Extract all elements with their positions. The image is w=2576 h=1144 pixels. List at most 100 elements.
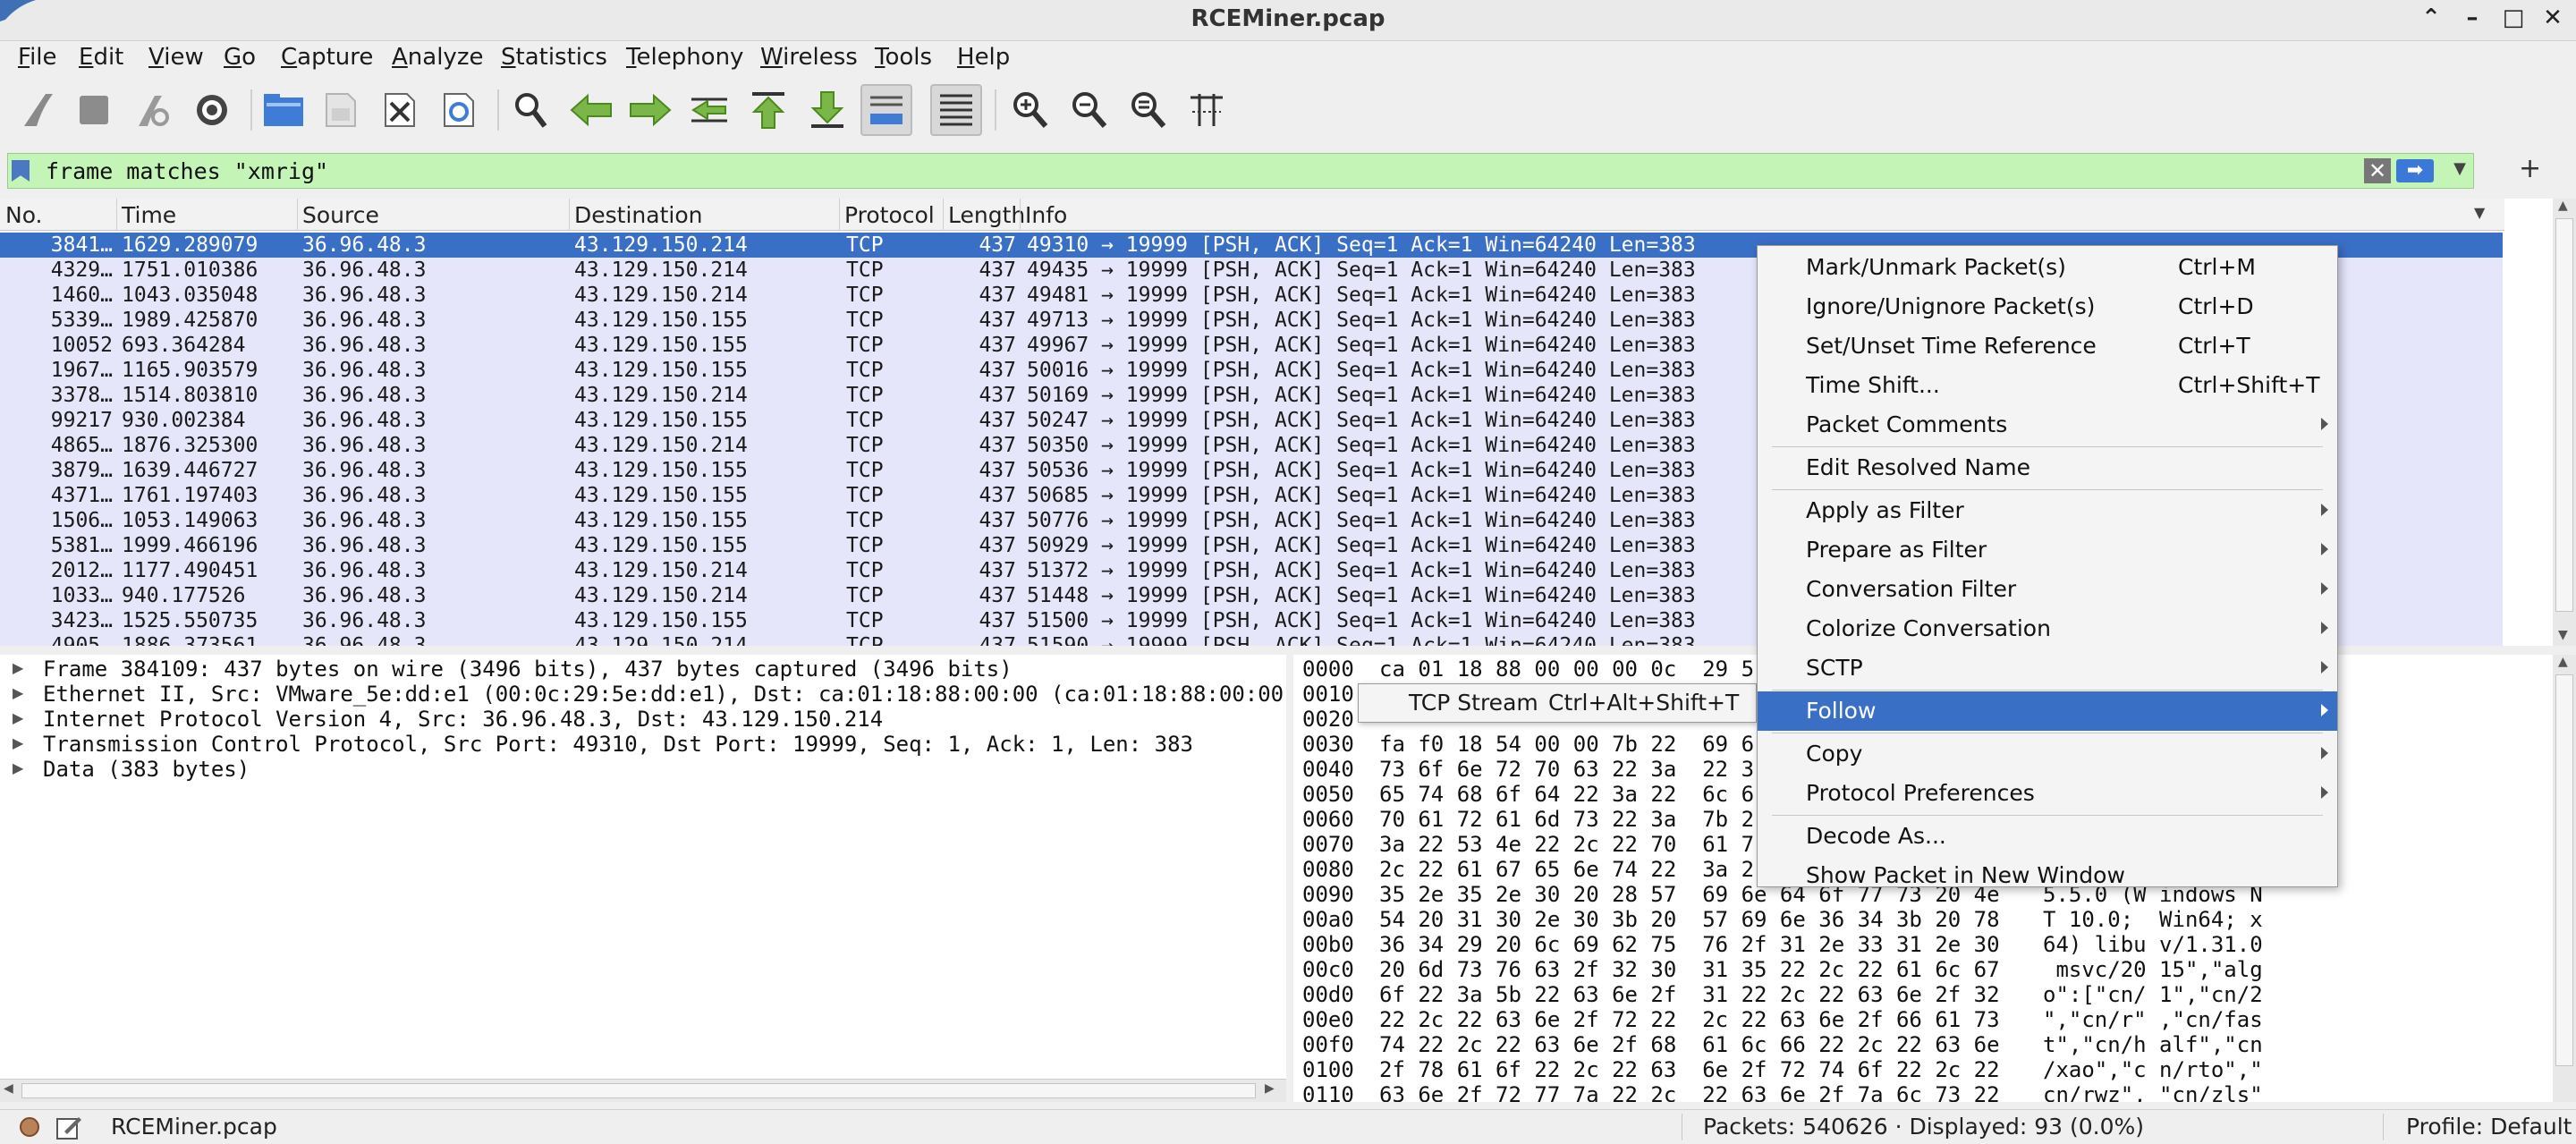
go-last-icon[interactable]: [801, 84, 853, 136]
column-length[interactable]: Length: [948, 202, 1025, 228]
byte-offset: 0030: [1302, 732, 1354, 757]
menu-item-prepare-as-filter[interactable]: Prepare as Filter: [1758, 530, 2337, 570]
column-destination[interactable]: Destination: [574, 202, 702, 228]
scroll-left-icon[interactable]: ◀: [4, 1081, 13, 1096]
menu-item-copy[interactable]: Copy: [1758, 734, 2337, 774]
menu-item-edit-resolved-name[interactable]: Edit Resolved Name: [1758, 448, 2337, 487]
cell-destination: 43.129.150.214: [574, 284, 748, 307]
window-minimize-button[interactable]: –: [2456, 4, 2488, 31]
packet-list-scrollbar[interactable]: ▲ ▼: [2553, 199, 2576, 646]
column-chevron-down-icon[interactable]: ▼: [2474, 204, 2485, 221]
scroll-down-icon[interactable]: ▼: [2558, 628, 2568, 642]
window-maximize-button[interactable]: □: [2497, 4, 2529, 31]
go-to-packet-icon[interactable]: [683, 84, 735, 136]
menu-item-mark-unmark-packet-s[interactable]: Mark/Unmark Packet(s) Ctrl+M: [1758, 248, 2337, 287]
zoom-normal-icon[interactable]: [1122, 84, 1174, 136]
expand-arrow-icon[interactable]: ▶: [13, 684, 23, 701]
filter-clear-icon[interactable]: ✕: [2364, 158, 2391, 183]
submenu-arrow-icon: [2321, 582, 2328, 595]
shark-fin-start-icon[interactable]: [13, 84, 64, 136]
menu-item-protocol-preferences[interactable]: Protocol Preferences: [1758, 774, 2337, 813]
expand-arrow-icon[interactable]: ▶: [13, 659, 23, 676]
menu-statistics[interactable]: Statistics: [501, 44, 607, 71]
restart-capture-icon[interactable]: [125, 84, 177, 136]
cell-length: 437: [979, 534, 1016, 557]
expand-arrow-icon[interactable]: ▶: [13, 759, 23, 776]
packet-list-scroll-thumb[interactable]: [2555, 218, 2573, 612]
menu-item-ignore-unignore-packet-s[interactable]: Ignore/Unignore Packet(s) Ctrl+D: [1758, 287, 2337, 326]
column-source[interactable]: Source: [302, 202, 379, 228]
stop-capture-icon[interactable]: [68, 84, 120, 136]
find-packet-icon[interactable]: [504, 84, 556, 136]
packet-details-pane[interactable]: ▶ Frame 384109: 437 bytes on wire (3496 b…: [0, 655, 1286, 1086]
reload-file-icon[interactable]: [433, 84, 485, 136]
menu-item-time-shift[interactable]: Time Shift... Ctrl+Shift+T: [1758, 366, 2337, 405]
capture-options-icon[interactable]: [186, 84, 238, 136]
menu-item-follow[interactable]: Follow: [1758, 691, 2337, 731]
filter-bookmark-icon[interactable]: [12, 160, 30, 182]
menu-telephony[interactable]: Telephony: [626, 44, 743, 71]
scroll-up-icon[interactable]: ▲: [2558, 655, 2568, 669]
menu-item-decode-as[interactable]: Decode As...: [1758, 817, 2337, 856]
go-back-icon[interactable]: [565, 84, 617, 136]
cell-length: 437: [979, 484, 1016, 507]
menu-view[interactable]: View: [148, 44, 204, 71]
byte-offset: 00d0: [1302, 982, 1354, 1007]
menu-file[interactable]: File: [18, 44, 57, 71]
open-file-icon[interactable]: [258, 84, 309, 136]
colorize-icon[interactable]: [930, 84, 982, 136]
status-profile[interactable]: Profile: Default: [2406, 1114, 2572, 1140]
byte-hex: 63 6e 2f 72 77 7a 22 2c 22 63 6e 2f 7a 6…: [1379, 1082, 2000, 1102]
submenu-arrow-icon: [2321, 504, 2328, 516]
column-time[interactable]: Time: [122, 202, 176, 228]
cell-source: 36.96.48.3: [302, 409, 427, 432]
filter-history-dropdown-icon[interactable]: ▼: [2453, 159, 2466, 178]
menu-item-sctp[interactable]: SCTP: [1758, 648, 2337, 688]
follow-tcp-stream-item[interactable]: TCP Stream: [1409, 690, 1538, 716]
menu-go[interactable]: Go: [224, 44, 256, 71]
save-file-icon[interactable]: [315, 84, 367, 136]
menu-item-show-packet-in-new-window[interactable]: Show Packet in New Window: [1758, 856, 2337, 895]
autoscroll-icon[interactable]: [860, 84, 912, 136]
close-file-icon[interactable]: [374, 84, 426, 136]
menu-capture[interactable]: Capture: [281, 44, 373, 71]
bytes-scroll-thumb[interactable]: [2555, 674, 2573, 1066]
scroll-right-icon[interactable]: ▶: [1265, 1081, 1275, 1096]
menu-item-label: Edit Resolved Name: [1806, 454, 2031, 480]
expand-arrow-icon[interactable]: ▶: [13, 709, 23, 726]
menu-item-set-unset-time-reference[interactable]: Set/Unset Time Reference Ctrl+T: [1758, 326, 2337, 366]
add-filter-button-icon[interactable]: +: [2519, 153, 2541, 184]
menu-help[interactable]: Help: [957, 44, 1010, 71]
menu-tools[interactable]: Tools: [875, 44, 932, 71]
menu-item-colorize-conversation[interactable]: Colorize Conversation: [1758, 609, 2337, 648]
column-protocol[interactable]: Protocol: [844, 202, 935, 228]
column-no[interactable]: No.: [5, 202, 43, 228]
menu-analyze[interactable]: Analyze: [392, 44, 483, 71]
window-close-button[interactable]: ✕: [2537, 4, 2569, 31]
cell-length: 437: [979, 434, 1016, 457]
window-shade-button[interactable]: ⌃: [2415, 4, 2447, 31]
menu-edit[interactable]: Edit: [79, 44, 123, 71]
expand-arrow-icon[interactable]: ▶: [13, 734, 23, 751]
resize-columns-icon[interactable]: [1181, 84, 1233, 136]
go-first-icon[interactable]: [742, 84, 794, 136]
menu-item-packet-comments[interactable]: Packet Comments: [1758, 405, 2337, 445]
capture-status-icon[interactable]: [20, 1117, 39, 1137]
zoom-in-icon[interactable]: [1004, 84, 1055, 136]
details-horizontal-scrollbar[interactable]: ◀ ▶: [0, 1079, 1286, 1102]
cell-source: 36.96.48.3: [302, 309, 427, 332]
filter-apply-arrow-icon[interactable]: ➡: [2396, 159, 2434, 182]
display-filter-input[interactable]: frame matches "xmrig": [46, 158, 328, 184]
menu-item-conversation-filter[interactable]: Conversation Filter: [1758, 570, 2337, 609]
cell-source: 36.96.48.3: [302, 359, 427, 382]
bytes-scrollbar[interactable]: ▲: [2553, 655, 2576, 1102]
menu-item-apply-as-filter[interactable]: Apply as Filter: [1758, 491, 2337, 530]
details-scroll-thumb[interactable]: [21, 1083, 1256, 1098]
column-info[interactable]: Info: [1025, 202, 1067, 228]
go-forward-icon[interactable]: [624, 84, 676, 136]
scroll-up-icon[interactable]: ▲: [2558, 199, 2568, 213]
menu-wireless[interactable]: Wireless: [760, 44, 858, 71]
display-filter-bar[interactable]: frame matches "xmrig" ✕ ➡ ▼: [7, 153, 2474, 189]
edit-comment-icon[interactable]: [55, 1115, 82, 1140]
zoom-out-icon[interactable]: [1063, 84, 1114, 136]
